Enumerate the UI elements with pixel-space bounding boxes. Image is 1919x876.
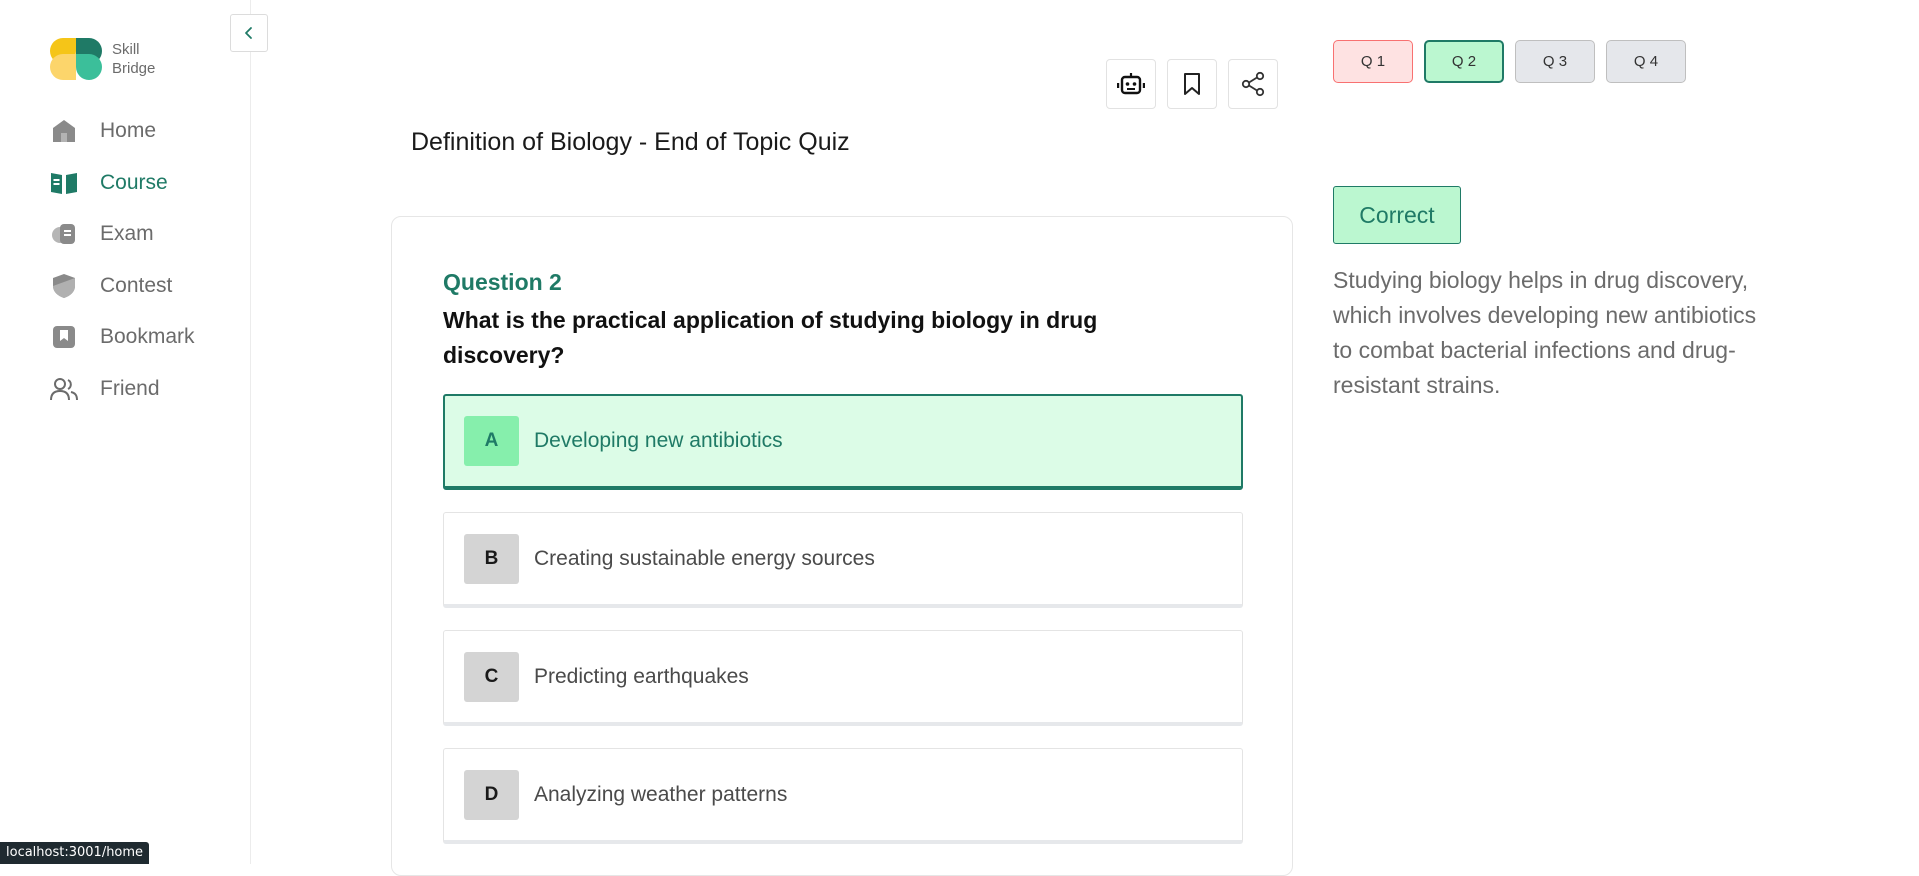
exam-icon [50, 220, 78, 248]
users-icon [50, 375, 78, 403]
sidebar-item-label: Home [100, 119, 157, 142]
question-text: What is the practical application of stu… [443, 307, 1098, 368]
brand-logo[interactable]: Skill Bridge [50, 38, 155, 80]
shield-icon [50, 272, 78, 300]
collapse-sidebar-button[interactable] [230, 14, 268, 52]
option-text: Developing new antibiotics [534, 429, 783, 452]
ai-assistant-button[interactable] [1106, 59, 1156, 109]
sidebar-item-label: Course [100, 170, 168, 194]
sidebar-item-label: Bookmark [100, 325, 195, 348]
sidebar-item-exam[interactable]: Exam [50, 221, 195, 247]
robot-icon [1117, 73, 1145, 95]
book-icon [50, 169, 78, 197]
logo-icon [50, 38, 102, 80]
share-button[interactable] [1228, 59, 1278, 109]
chevron-left-icon [245, 27, 252, 39]
option-letter: C [464, 651, 519, 702]
result-status-badge: Correct [1333, 186, 1461, 244]
page-title: Definition of Biology - End of Topic Qui… [411, 128, 850, 156]
option-text: Predicting earthquakes [534, 664, 749, 688]
question-number: Question 2 [443, 269, 562, 295]
option-text: Creating sustainable energy sources [534, 546, 875, 570]
option-letter: A [464, 416, 519, 466]
question-card: Question 2 What is the practical applica… [391, 216, 1293, 876]
sidebar: Skill Bridge Home Course Exam Contest Bo… [0, 0, 251, 864]
answer-option-b[interactable]: B Creating sustainable energy sources [443, 512, 1243, 608]
bookmark-icon [50, 323, 78, 351]
option-letter: B [464, 533, 519, 584]
question-nav-q1[interactable]: Q 1 [1333, 40, 1413, 83]
sidebar-item-course[interactable]: Course [50, 170, 195, 196]
bookmark-button[interactable] [1167, 59, 1217, 109]
bookmark-icon [1184, 73, 1200, 95]
option-letter: D [464, 769, 519, 820]
answer-option-a[interactable]: A Developing new antibiotics [443, 394, 1243, 490]
home-icon [50, 117, 78, 145]
brand-line-2: Bridge [112, 60, 156, 77]
brand-name: Skill Bridge [112, 40, 155, 78]
sidebar-item-bookmark[interactable]: Bookmark [50, 324, 195, 350]
sidebar-item-contest[interactable]: Contest [50, 273, 195, 299]
answer-option-c[interactable]: C Predicting earthquakes [443, 630, 1243, 726]
status-bar-url: localhost:3001/home [0, 842, 150, 864]
sidebar-item-label: Friend [100, 376, 160, 400]
question-nav-q4[interactable]: Q 4 [1606, 40, 1686, 83]
question-nav-q2[interactable]: Q 2 [1424, 40, 1504, 83]
option-text: Analyzing weather patterns [534, 782, 788, 806]
brand-line-1: Skill [112, 41, 140, 58]
answer-explanation: Studying biology helps in drug discovery… [1333, 267, 1757, 398]
answer-option-d[interactable]: D Analyzing weather patterns [443, 748, 1243, 844]
sidebar-item-label: Exam [100, 222, 154, 245]
sidebar-item-label: Contest [100, 273, 173, 297]
sidebar-nav: Home Course Exam Contest Bookmark Friend [50, 118, 195, 427]
sidebar-item-friend[interactable]: Friend [50, 376, 195, 402]
share-icon [1241, 71, 1265, 97]
question-nav-q3[interactable]: Q 3 [1515, 40, 1595, 83]
sidebar-item-home[interactable]: Home [50, 118, 195, 144]
